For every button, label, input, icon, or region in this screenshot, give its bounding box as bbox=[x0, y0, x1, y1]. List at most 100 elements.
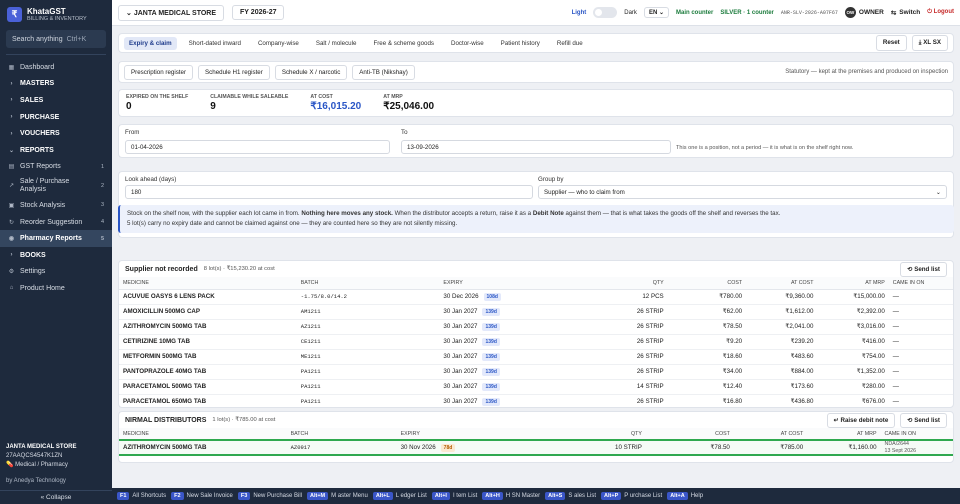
send-icon: ⟲ bbox=[907, 265, 913, 273]
logout-button[interactable]: ⏻ Logout bbox=[927, 9, 954, 16]
shortcut-label: H SN Master bbox=[505, 493, 541, 499]
tab-expiry-claim[interactable]: Expiry & claim bbox=[124, 36, 177, 50]
xlsx-button[interactable]: ⤓ XL SX bbox=[911, 35, 948, 51]
subtab-schedule-h1-register[interactable]: Schedule H1 register bbox=[198, 64, 270, 80]
shortcut-alt-h[interactable]: Alt+H H SN Master bbox=[482, 492, 540, 500]
owner-menu[interactable]: OW OWNER bbox=[844, 7, 884, 18]
column-header-came-in-on: CAME IN ON bbox=[880, 428, 953, 441]
sidebar-item-gst-reports[interactable]: ▤ GST Reports 1 bbox=[0, 159, 112, 176]
tab-patient-history[interactable]: Patient history bbox=[496, 37, 545, 50]
table-row[interactable]: AZITHROMYCIN 500MG TAB AZ0917 30 Nov 2026 7… bbox=[119, 439, 953, 456]
subtab-prescription-register[interactable]: Prescription register bbox=[124, 64, 194, 80]
sidebar-item-sales[interactable]: › SALES bbox=[0, 92, 112, 109]
column-header-medicine: MEDICINE bbox=[119, 277, 297, 290]
at-mrp-cell: ₹3,016.00 bbox=[817, 319, 889, 335]
brand-name: KhataGST bbox=[27, 7, 66, 16]
table-row[interactable]: PARACETAMOL 500MG TAB PA1211 30 Jan 2027 13… bbox=[119, 379, 953, 395]
sidebar-item-stock-analysis[interactable]: ▣ Stock Analysis 3 bbox=[0, 197, 112, 214]
theme-toggle[interactable] bbox=[593, 7, 618, 18]
shortcut-f2[interactable]: F2 New Sale Invoice bbox=[171, 492, 233, 500]
sidebar-item-pharmacy-reports[interactable]: ◉ Pharmacy Reports 5 bbox=[0, 230, 112, 247]
expiry-date: 30 Jan 2027 bbox=[443, 382, 478, 390]
shortcut-alt-a[interactable]: Alt+A Help bbox=[667, 492, 703, 500]
tab-salt-molecule[interactable]: Salt / molecule bbox=[311, 37, 362, 50]
sidebar-item-reports[interactable]: ⌄ REPORTS bbox=[0, 142, 112, 159]
shortcut-alt-l[interactable]: Alt+L L edger List bbox=[372, 492, 427, 500]
sidebar-item-sale-purchase-analysis[interactable]: ↗ Sale / Purchase Analysis 2 bbox=[0, 175, 112, 197]
language-select[interactable]: EN ⌄ bbox=[643, 7, 669, 18]
chevron-down-icon: ⌄ bbox=[935, 188, 941, 196]
send-list-button[interactable]: ⟲ Send list bbox=[900, 412, 947, 428]
reset-button[interactable]: Reset bbox=[875, 35, 907, 51]
subtab-schedule-x-narcotic[interactable]: Schedule X / narcotic bbox=[274, 64, 348, 80]
table-row[interactable]: PANTOPRAZOLE 40MG TAB PA1211 30 Jan 2027 13… bbox=[119, 364, 953, 380]
tab-company-wise[interactable]: Company-wise bbox=[253, 37, 304, 50]
stat-value: 9 bbox=[210, 101, 216, 112]
tab-free-scheme-goods[interactable]: Free & scheme goods bbox=[368, 37, 439, 50]
column-header-at-mrp: AT MRP bbox=[807, 428, 881, 441]
shortcut-alt-p[interactable]: Alt+P P urchase List bbox=[601, 492, 662, 500]
groupby-select[interactable]: Supplier — who to claim from ⌄ bbox=[538, 185, 947, 199]
at-mrp-cell: ₹280.00 bbox=[817, 379, 889, 395]
sidebar-footer: JANTA MEDICAL STORE 27AAQCS4547K1ZN 💊 Me… bbox=[0, 437, 112, 504]
sidebar-item-purchase[interactable]: › PURCHASE bbox=[0, 109, 112, 126]
to-date-input[interactable]: 13-09-2026 bbox=[401, 140, 671, 154]
shortcut-key: Alt+A bbox=[667, 492, 688, 500]
section-title: Supplier not recorded bbox=[125, 265, 198, 273]
shortcut-alt-i[interactable]: Alt+I I tem List bbox=[431, 492, 477, 500]
sidebar-search-input[interactable]: Search anything Ctrl+K bbox=[6, 30, 106, 48]
tab-refill-due[interactable]: Refill due bbox=[552, 37, 588, 50]
subtab-anti-tb-nikshay-[interactable]: Anti-TB (Nikshay) bbox=[352, 64, 415, 80]
shortcut-f3[interactable]: F3 New Purchase Bill bbox=[237, 492, 302, 500]
fy-selector[interactable]: FY 2026-27 bbox=[232, 5, 285, 20]
batch-cell: ME1211 bbox=[296, 349, 440, 365]
collapse-button[interactable]: « Collapse bbox=[0, 490, 112, 504]
shortcut-bar: F1 All Shortcuts F2 New Sale Invoice F3 New P… bbox=[112, 488, 960, 504]
stat-expired-on-the-shelf: EXPIRED ON THE SHELF 0 bbox=[126, 94, 188, 112]
sidebar-item-books[interactable]: › BOOKS bbox=[0, 247, 112, 264]
came-in-on-cell: — bbox=[888, 379, 953, 395]
groupby-label: Group by bbox=[538, 176, 564, 183]
at-cost-cell: ₹436.80 bbox=[746, 394, 818, 407]
from-date-input[interactable]: 01-04-2026 bbox=[125, 140, 390, 154]
sidebar-item-dashboard[interactable]: ▦ Dashboard bbox=[0, 59, 112, 76]
invoice-date: 13 Sept 2026 bbox=[884, 447, 917, 454]
sidebar-item-label: PURCHASE bbox=[20, 113, 60, 121]
lookahead-input[interactable]: 180 bbox=[125, 185, 533, 199]
table-row[interactable]: AMOXICILLIN 500MG CAP AM1211 30 Jan 2027 13… bbox=[119, 304, 953, 320]
chevron-down-icon: ⌄ bbox=[658, 10, 664, 16]
days-left-badge: 108d bbox=[483, 292, 501, 301]
shortcut-alt-s[interactable]: Alt+S S ales List bbox=[545, 492, 596, 500]
table-row[interactable]: ACUVUE OASYS 6 LENS PACK -1.75/8.0/14.2 30… bbox=[119, 289, 953, 305]
medicine-cell: AZITHROMYCIN 500MG TAB bbox=[119, 319, 297, 335]
pill-bottle-icon: 💊 bbox=[6, 462, 14, 468]
table-row[interactable]: METFORMIN 500MG TAB ME1211 30 Jan 2027 139d… bbox=[119, 349, 953, 365]
sidebar-item-product-home[interactable]: ⌂ Product Home bbox=[0, 280, 112, 297]
tab-short-dated-inward[interactable]: Short-dated inward bbox=[184, 37, 246, 50]
sidebar-item-settings[interactable]: ⚙ Settings bbox=[0, 264, 112, 281]
raise-debit-note-button[interactable]: ↵ Raise debit note bbox=[826, 412, 896, 428]
store-selector[interactable]: ⌄ JANTA MEDICAL STORE bbox=[118, 4, 225, 21]
table-row[interactable]: AZITHROMYCIN 500MG TAB AZ1211 30 Jan 2027 1… bbox=[119, 319, 953, 335]
sidebar-item-masters[interactable]: › MASTERS bbox=[0, 76, 112, 93]
switch-button[interactable]: ⇆ Switch bbox=[891, 9, 920, 17]
expiry-cell: 30 Jan 2027 139d bbox=[439, 319, 583, 335]
report-icon: ▤ bbox=[8, 164, 15, 171]
send-list-button[interactable]: ⟲ Send list bbox=[900, 261, 947, 277]
shortcut-f1[interactable]: F1 All Shortcuts bbox=[117, 492, 166, 500]
tab-doctor-wise[interactable]: Doctor-wise bbox=[446, 37, 489, 50]
expiry-date: 30 Jan 2027 bbox=[443, 367, 478, 375]
stat-label: CLAIMABLE WHILE SALEABLE bbox=[210, 94, 289, 100]
at-cost-cell: ₹2,041.00 bbox=[746, 319, 818, 335]
shortcut-alt-m[interactable]: Alt+M M aster Menu bbox=[307, 492, 368, 500]
came-in-on-cell: — bbox=[888, 349, 953, 365]
cost-cell: ₹34.00 bbox=[667, 364, 747, 380]
table-row[interactable]: CETIRIZINE 10MG TAB CE1211 30 Jan 2027 139d… bbox=[119, 334, 953, 350]
supplier-not-recorded-section: Supplier not recorded 8 lot(s) · ₹15,230… bbox=[118, 260, 954, 408]
at-mrp-cell: ₹1,352.00 bbox=[817, 364, 889, 380]
at-cost-cell: ₹884.00 bbox=[746, 364, 818, 380]
sidebar-item-reorder-suggestion[interactable]: ↻ Reorder Suggestion 4 bbox=[0, 214, 112, 231]
table-row[interactable]: PARACETAMOL 650MG TAB PA1211 30 Jan 2027 13… bbox=[119, 394, 953, 407]
home-icon: ⌂ bbox=[9, 285, 14, 292]
sidebar-item-vouchers[interactable]: › VOUCHERS bbox=[0, 125, 112, 142]
